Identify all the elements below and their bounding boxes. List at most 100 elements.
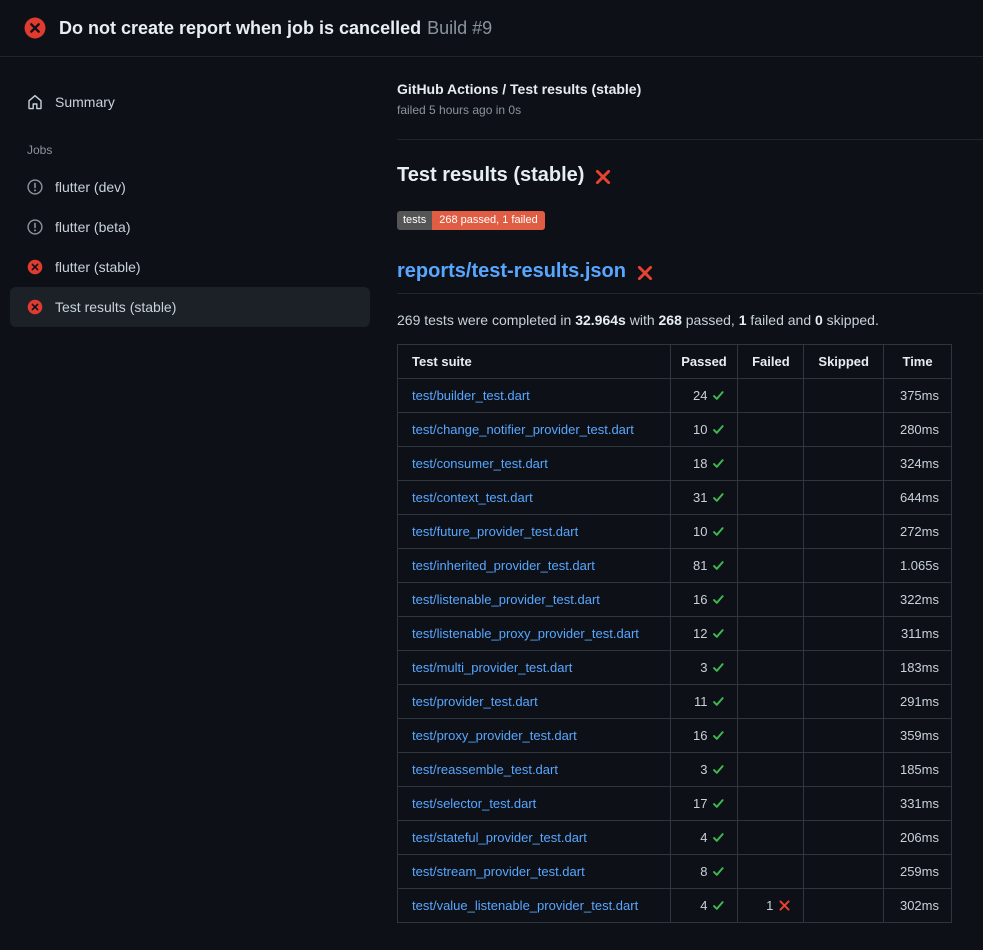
passed-cell: 24 [670, 379, 738, 413]
summary-line: 269 tests were completed in 32.964s with… [397, 312, 983, 328]
badge-label: tests [397, 211, 432, 230]
table-row: test/provider_test.dart 11 291ms [398, 685, 952, 719]
failed-cell [738, 617, 804, 651]
suite-link[interactable]: test/listenable_proxy_provider_test.dart [412, 626, 639, 641]
passed-cell: 3 [670, 651, 738, 685]
time-value: 311ms [884, 617, 952, 651]
check-icon [712, 729, 725, 742]
jobs-list: flutter (dev) flutter (beta) flutter (st… [10, 167, 370, 327]
time-value: 644ms [884, 481, 952, 515]
suite-link[interactable]: test/stream_provider_test.dart [412, 864, 585, 879]
passed-cell: 31 [670, 481, 738, 515]
skipped-cell [804, 685, 884, 719]
table-row: test/builder_test.dart 24 375ms [398, 379, 952, 413]
sidebar-item-flutter-dev[interactable]: flutter (dev) [10, 167, 370, 207]
suite-link[interactable]: test/provider_test.dart [412, 694, 538, 709]
failed-cell: 1 [738, 889, 804, 923]
passed-cell: 4 [670, 821, 738, 855]
x-icon [778, 899, 791, 912]
passed-cell: 16 [670, 719, 738, 753]
passed-cell: 4 [670, 889, 738, 923]
failed-cell [738, 515, 804, 549]
suite-link[interactable]: test/change_notifier_provider_test.dart [412, 422, 634, 437]
sidebar-item-label: flutter (stable) [55, 259, 141, 275]
failed-cell [738, 379, 804, 413]
passed-cell: 11 [670, 685, 738, 719]
tests-badge[interactable]: tests 268 passed, 1 failed [397, 211, 545, 230]
section-title-text: Test results (stable) [397, 164, 584, 187]
passed-cell: 8 [670, 855, 738, 889]
table-row: test/proxy_provider_test.dart 16 359ms [398, 719, 952, 753]
suite-link[interactable]: test/context_test.dart [412, 490, 533, 505]
suite-link[interactable]: test/inherited_provider_test.dart [412, 558, 595, 573]
col-header-failed: Failed [738, 345, 804, 379]
sidebar: Summary Jobs flutter (dev) flutter (beta… [0, 57, 380, 327]
suite-link[interactable]: test/reassemble_test.dart [412, 762, 558, 777]
skipped-cell [804, 787, 884, 821]
failed-cell [738, 855, 804, 889]
skipped-cell [804, 821, 884, 855]
skipped-cell [804, 583, 884, 617]
failed-cell [738, 413, 804, 447]
table-row: test/listenable_provider_test.dart 16 32… [398, 583, 952, 617]
table-row: test/stream_provider_test.dart 8 259ms [398, 855, 952, 889]
sidebar-item-test-results-stable[interactable]: Test results (stable) [10, 287, 370, 327]
sidebar-item-summary[interactable]: Summary [10, 83, 370, 121]
suite-link[interactable]: test/builder_test.dart [412, 388, 530, 403]
failed-cell [738, 753, 804, 787]
time-value: 185ms [884, 753, 952, 787]
report-title-link[interactable]: reports/test-results.json [397, 260, 626, 283]
table-row: test/context_test.dart 31 644ms [398, 481, 952, 515]
suite-link[interactable]: test/stateful_provider_test.dart [412, 830, 587, 845]
time-value: 324ms [884, 447, 952, 481]
results-table: Test suite Passed Failed Skipped Time te… [397, 344, 952, 923]
table-row: test/reassemble_test.dart 3 185ms [398, 753, 952, 787]
main-content: GitHub Actions / Test results (stable) f… [380, 57, 983, 923]
summary-duration: 32.964s [575, 312, 626, 328]
suite-link[interactable]: test/value_listenable_provider_test.dart [412, 898, 638, 913]
skipped-cell [804, 753, 884, 787]
skipped-cell [804, 719, 884, 753]
suite-link[interactable]: test/listenable_provider_test.dart [412, 592, 600, 607]
time-value: 183ms [884, 651, 952, 685]
time-value: 291ms [884, 685, 952, 719]
time-value: 322ms [884, 583, 952, 617]
check-icon [712, 797, 725, 810]
build-number: Build #9 [427, 18, 492, 38]
sidebar-item-flutter-stable[interactable]: flutter (stable) [10, 247, 370, 287]
skipped-cell [804, 379, 884, 413]
sidebar-item-flutter-beta[interactable]: flutter (beta) [10, 207, 370, 247]
check-icon [712, 899, 725, 912]
red-cross-icon [636, 264, 654, 282]
time-value: 259ms [884, 855, 952, 889]
col-header-time: Time [884, 345, 952, 379]
suite-link[interactable]: test/multi_provider_test.dart [412, 660, 572, 675]
suite-link[interactable]: test/selector_test.dart [412, 796, 536, 811]
failed-cell [738, 651, 804, 685]
summary-skipped: 0 [815, 312, 823, 328]
time-value: 302ms [884, 889, 952, 923]
check-icon [712, 457, 725, 470]
skipped-cell [804, 549, 884, 583]
summary-passed: 268 [659, 312, 682, 328]
suite-link[interactable]: test/proxy_provider_test.dart [412, 728, 577, 743]
skipped-cell [804, 447, 884, 481]
check-icon [712, 865, 725, 878]
suite-link[interactable]: test/future_provider_test.dart [412, 524, 578, 539]
suite-link[interactable]: test/consumer_test.dart [412, 456, 548, 471]
table-row: test/consumer_test.dart 18 324ms [398, 447, 952, 481]
divider [397, 139, 983, 140]
check-icon [712, 661, 725, 674]
summary-failed: 1 [739, 312, 747, 328]
table-row: test/change_notifier_provider_test.dart … [398, 413, 952, 447]
badge-value: 268 passed, 1 failed [432, 211, 544, 230]
results-table-body: test/builder_test.dart 24 375ms test/cha… [398, 379, 952, 923]
table-row: test/inherited_provider_test.dart 81 1.0… [398, 549, 952, 583]
time-value: 272ms [884, 515, 952, 549]
passed-cell: 81 [670, 549, 738, 583]
home-icon [27, 94, 43, 110]
skipped-cell [804, 855, 884, 889]
passed-cell: 3 [670, 753, 738, 787]
time-value: 1.065s [884, 549, 952, 583]
jobs-section-label: Jobs [10, 121, 370, 167]
